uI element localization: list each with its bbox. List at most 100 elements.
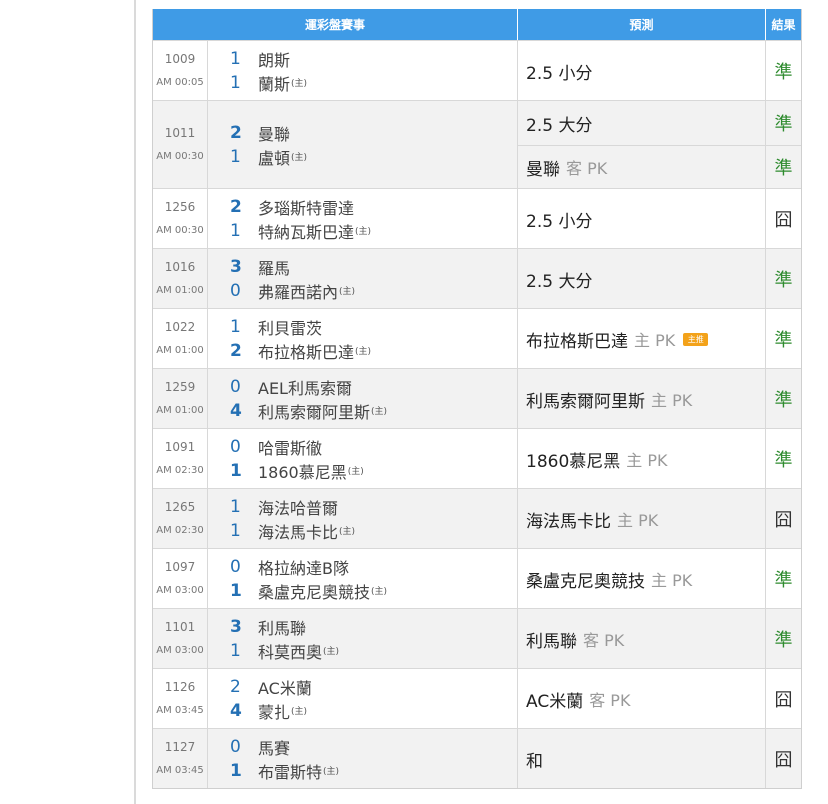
prediction-main: 利馬聯 bbox=[526, 631, 577, 652]
home-team: 1 盧頓 (主) bbox=[230, 145, 517, 169]
teams-cell: 0 哈雷斯徹 1 1860慕尼黑 (主) bbox=[208, 429, 518, 488]
teams-cell: 0 AEL利馬索爾 4 利馬索爾阿里斯 (主) bbox=[208, 369, 518, 428]
home-team-name: 特納瓦斯巴達 bbox=[258, 222, 355, 242]
match-number: 1022 bbox=[164, 319, 196, 334]
match-number: 1126 bbox=[164, 679, 196, 694]
match-number: 1091 bbox=[164, 439, 196, 454]
header-result: 結果 bbox=[771, 18, 796, 32]
home-marker: (主) bbox=[291, 707, 308, 717]
teams-cell: 1 朗斯 1 蘭斯 (主) bbox=[208, 41, 518, 100]
match-id-cell: 1097 AM 03:00 bbox=[153, 549, 208, 608]
home-score: 1 bbox=[230, 220, 241, 241]
home-team: 1 蘭斯 (主) bbox=[230, 71, 517, 95]
home-team: 1 特納瓦斯巴達 (主) bbox=[230, 219, 517, 243]
home-team: 1 海法馬卡比 (主) bbox=[230, 519, 517, 543]
away-score: 0 bbox=[230, 376, 241, 397]
prediction-column: 2.5 小分 bbox=[518, 189, 766, 248]
home-team: 4 蒙扎 (主) bbox=[230, 699, 517, 723]
away-team-name: 曼聯 bbox=[258, 124, 291, 144]
result-column: 準 bbox=[766, 369, 801, 428]
prediction-cell: 曼聯 客 PK bbox=[518, 145, 765, 188]
home-team: 1 布雷斯特 (主) bbox=[230, 759, 517, 783]
result-cell: 準 bbox=[774, 390, 793, 411]
teams-cell: 0 馬賽 1 布雷斯特 (主) bbox=[208, 729, 518, 788]
home-team: 0 弗羅西諾內 (主) bbox=[230, 279, 517, 303]
result-cell: 囧 bbox=[774, 750, 793, 771]
away-team-name: 朗斯 bbox=[258, 50, 291, 70]
match-id-cell: 1009 AM 00:05 bbox=[153, 41, 208, 100]
home-team: 2 布拉格斯巴達 (主) bbox=[230, 339, 517, 363]
teams-cell: 3 羅馬 0 弗羅西諾內 (主) bbox=[208, 249, 518, 308]
away-team: 2 多瑙斯特雷達 bbox=[230, 195, 517, 219]
prediction-column: 利馬索爾阿里斯 主 PK bbox=[518, 369, 766, 428]
table-row: 1011 AM 00:30 2 曼聯 1 盧頓 (主) 2.5 大分 曼聯 客 … bbox=[153, 100, 801, 188]
header-match: 運彩盤賽事 bbox=[153, 9, 518, 40]
prediction-handicap: 主 PK bbox=[634, 331, 676, 350]
match-time: AM 03:00 bbox=[156, 584, 204, 596]
prediction-cell: 2.5 小分 bbox=[518, 189, 765, 249]
home-score: 1 bbox=[230, 640, 241, 661]
away-score: 0 bbox=[230, 556, 241, 577]
away-team-name: 多瑙斯特雷達 bbox=[258, 198, 355, 218]
home-score: 4 bbox=[230, 400, 242, 421]
match-id-cell: 1127 AM 03:45 bbox=[153, 729, 208, 788]
home-team-name: 蒙扎 bbox=[258, 702, 291, 722]
prediction-cell: 海法馬卡比 主 PK bbox=[518, 489, 765, 549]
prediction-handicap: 主 PK bbox=[651, 391, 693, 410]
prediction-column: 和 bbox=[518, 729, 766, 788]
prediction-main: 利馬索爾阿里斯 bbox=[526, 391, 645, 412]
match-number: 1009 bbox=[164, 51, 196, 66]
match-time: AM 02:30 bbox=[156, 464, 204, 476]
table-row: 1022 AM 01:00 1 利貝雷茨 2 布拉格斯巴達 (主) 布拉格斯巴達… bbox=[153, 308, 801, 368]
home-team-name: 海法馬卡比 bbox=[258, 522, 339, 542]
teams-cell: 2 AC米蘭 4 蒙扎 (主) bbox=[208, 669, 518, 728]
home-marker: (主) bbox=[323, 767, 340, 777]
teams-cell: 2 曼聯 1 盧頓 (主) bbox=[208, 101, 518, 188]
away-score: 3 bbox=[230, 616, 242, 637]
match-number: 1259 bbox=[164, 379, 196, 394]
away-team: 1 海法哈普爾 bbox=[230, 495, 517, 519]
table-row: 1016 AM 01:00 3 羅馬 0 弗羅西諾內 (主) 2.5 大分 準 bbox=[153, 248, 801, 308]
home-score: 1 bbox=[230, 520, 241, 541]
home-marker: (主) bbox=[291, 153, 308, 163]
result-column: 準 bbox=[766, 309, 801, 368]
match-time: AM 03:45 bbox=[156, 764, 204, 776]
result-column: 準 bbox=[766, 429, 801, 488]
match-time: AM 00:05 bbox=[156, 76, 204, 88]
home-team-name: 桑盧克尼奧競技 bbox=[258, 582, 371, 602]
match-id-cell: 1016 AM 01:00 bbox=[153, 249, 208, 308]
prediction-handicap: 客 PK bbox=[566, 159, 608, 178]
prediction-cell: 利馬聯 客 PK bbox=[518, 609, 765, 669]
home-team-name: 盧頓 bbox=[258, 148, 291, 168]
away-team: 0 格拉納達B隊 bbox=[230, 555, 517, 579]
prediction-handicap: 客 PK bbox=[589, 691, 631, 710]
prediction-main: 2.5 小分 bbox=[526, 211, 593, 232]
match-number: 1011 bbox=[164, 125, 196, 140]
match-number: 1256 bbox=[164, 199, 196, 214]
home-score: 2 bbox=[230, 340, 242, 361]
prediction-handicap: 主 PK bbox=[617, 511, 659, 530]
result-column: 準 bbox=[766, 41, 801, 100]
home-marker: (主) bbox=[355, 227, 372, 237]
match-id-cell: 1091 AM 02:30 bbox=[153, 429, 208, 488]
home-marker: (主) bbox=[339, 527, 356, 537]
home-score: 1 bbox=[230, 760, 242, 781]
away-score: 0 bbox=[230, 436, 241, 457]
prediction-column: 2.5 大分 曼聯 客 PK bbox=[518, 101, 766, 188]
header-prediction: 預測 bbox=[518, 9, 766, 40]
result-cell: 準 bbox=[774, 630, 793, 651]
teams-cell: 1 海法哈普爾 1 海法馬卡比 (主) bbox=[208, 489, 518, 548]
match-id-cell: 1011 AM 00:30 bbox=[153, 101, 208, 188]
home-score: 1 bbox=[230, 460, 242, 481]
away-score: 2 bbox=[230, 196, 242, 217]
away-score: 0 bbox=[230, 736, 241, 757]
prediction-handicap: 客 PK bbox=[583, 631, 625, 650]
match-number: 1265 bbox=[164, 499, 196, 514]
result-cell: 準 bbox=[774, 62, 793, 83]
teams-cell: 1 利貝雷茨 2 布拉格斯巴達 (主) bbox=[208, 309, 518, 368]
hot-pick-badge: 主推 bbox=[683, 332, 709, 346]
prediction-cell: 利馬索爾阿里斯 主 PK bbox=[518, 369, 765, 429]
match-time: AM 01:00 bbox=[156, 344, 204, 356]
prediction-column: 2.5 小分 bbox=[518, 41, 766, 100]
home-marker: (主) bbox=[347, 467, 364, 477]
